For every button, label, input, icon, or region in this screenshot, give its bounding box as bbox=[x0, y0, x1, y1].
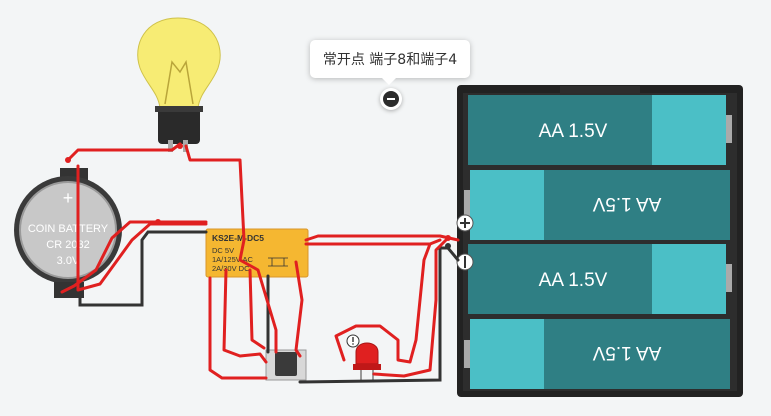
wire-red-5 bbox=[304, 234, 460, 242]
info-warning-icon[interactable] bbox=[346, 334, 360, 348]
coin-label-3: 3.0V bbox=[57, 255, 80, 267]
coin-label-2: CR 2032 bbox=[46, 239, 89, 251]
led-body bbox=[355, 342, 379, 365]
minus-circle-icon[interactable] bbox=[380, 88, 402, 110]
battery-cell-label: AA 1.5V bbox=[592, 193, 661, 214]
bulb-glass bbox=[137, 17, 221, 109]
svg-text:+: + bbox=[63, 188, 74, 208]
tooltip: 常开点 端子8和端子4 bbox=[310, 40, 470, 85]
relay-spec-3: 2A/30V DC bbox=[212, 264, 250, 273]
tooltip-text: 常开点 端子8和端子4 bbox=[322, 52, 458, 68]
push-button-cap[interactable] bbox=[275, 352, 297, 376]
battery-cell-3[interactable]: AA 1.5V bbox=[468, 244, 732, 314]
battery-pack[interactable]: AA 1.5V AA 1.5V AA 1.5V AA 1.5V bbox=[456, 85, 743, 397]
battery-cell-1[interactable]: AA 1.5V bbox=[468, 95, 732, 165]
battery-cell-label: AA 1.5V bbox=[592, 342, 661, 363]
light-bulb[interactable] bbox=[137, 17, 221, 152]
battery-cell-4[interactable]: AA 1.5V bbox=[464, 319, 730, 389]
minus-terminal-icon[interactable] bbox=[456, 253, 474, 271]
battery-holder-notch bbox=[560, 86, 640, 96]
battery-cell-label: AA 1.5V bbox=[539, 121, 608, 142]
battery-cell-2[interactable]: AA 1.5V bbox=[464, 170, 730, 240]
wire-red-12 bbox=[372, 238, 448, 378]
wire-red-7 bbox=[208, 276, 268, 380]
wire-red-1 bbox=[66, 142, 182, 162]
wire-red-6 bbox=[304, 238, 442, 246]
plus-terminal-icon[interactable] bbox=[456, 214, 474, 232]
coin-label-1: COIN BATTERY bbox=[28, 223, 109, 235]
relay-title: KS2E-M-DC5 bbox=[212, 233, 264, 243]
battery-cell-label: AA 1.5V bbox=[539, 270, 608, 291]
relay-spec-1: DC 5V bbox=[212, 246, 234, 255]
wire-red-8 bbox=[222, 268, 268, 364]
